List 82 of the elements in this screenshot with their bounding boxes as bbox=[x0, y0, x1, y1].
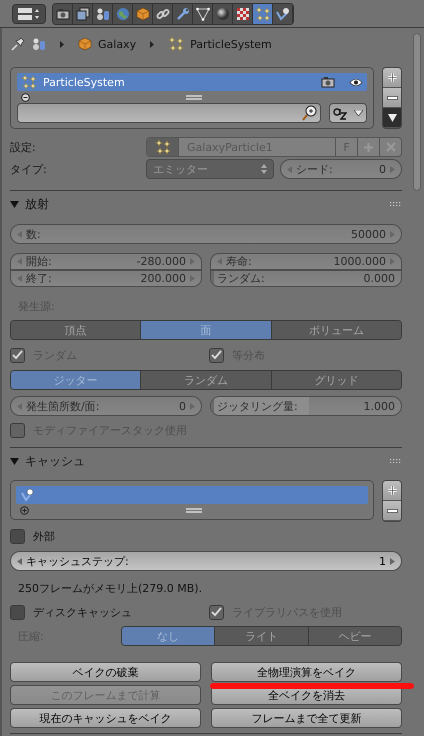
expanded-triangle-icon[interactable] bbox=[10, 456, 19, 466]
breadcrumb-arrow-icon bbox=[60, 40, 64, 48]
eye-icon[interactable] bbox=[349, 78, 363, 86]
pin-icon[interactable] bbox=[10, 36, 26, 52]
context-tab[interactable] bbox=[273, 4, 293, 24]
checkbox-label: 外部 bbox=[33, 528, 55, 544]
list-item[interactable]: ParticleSystem bbox=[17, 73, 367, 91]
triangle-icon bbox=[196, 6, 210, 20]
grip-icon[interactable] bbox=[390, 202, 402, 206]
add-button[interactable] bbox=[383, 481, 401, 501]
up-down-arrows-icon bbox=[261, 163, 267, 175]
checkbox[interactable] bbox=[10, 604, 25, 620]
number-field[interactable]: キャッシュステップ: 1 bbox=[10, 551, 402, 571]
dropdown-icon bbox=[388, 114, 396, 122]
remove-icon bbox=[386, 508, 398, 512]
checkmark-icon bbox=[12, 350, 23, 360]
resize-handle-icon[interactable] bbox=[186, 94, 202, 100]
add-icon bbox=[386, 72, 398, 83]
link-icon bbox=[156, 6, 170, 20]
context-tab[interactable] bbox=[73, 4, 93, 24]
checkmark-icon bbox=[211, 350, 222, 360]
ball-icon bbox=[276, 6, 290, 20]
option-tab[interactable]: ヘビー bbox=[308, 627, 401, 645]
option-tab[interactable]: なし bbox=[122, 627, 216, 645]
remove-button[interactable] bbox=[383, 501, 401, 521]
context-tab[interactable] bbox=[173, 4, 193, 24]
grip-icon[interactable] bbox=[390, 459, 402, 463]
increment-arrow-icon[interactable] bbox=[390, 558, 395, 564]
remove-icon bbox=[386, 96, 398, 100]
sphere-icon bbox=[216, 6, 230, 20]
context-tab[interactable] bbox=[233, 4, 253, 24]
context-tab[interactable] bbox=[53, 4, 73, 24]
sparkle-icon bbox=[254, 6, 270, 22]
globe-icon bbox=[116, 6, 130, 20]
context-tab[interactable] bbox=[213, 4, 233, 24]
sparkle-icon bbox=[21, 74, 37, 90]
photos-icon bbox=[76, 6, 90, 20]
wrench-icon bbox=[176, 6, 190, 20]
editor-type-button[interactable] bbox=[12, 4, 46, 24]
editor-type-icon bbox=[17, 6, 41, 20]
sort-alphabetical-icon bbox=[333, 106, 348, 120]
context-tab[interactable] bbox=[193, 4, 213, 24]
cube-icon bbox=[78, 37, 92, 51]
shapes-icon bbox=[96, 6, 110, 20]
plus-circle-icon[interactable] bbox=[20, 506, 29, 514]
specials-menu-button[interactable] bbox=[383, 108, 401, 128]
add-button[interactable] bbox=[383, 68, 401, 88]
filter-field[interactable] bbox=[17, 103, 321, 123]
context-tab[interactable] bbox=[253, 4, 273, 24]
cache-info-text: 250フレームがメモリ上(279.0 MB). bbox=[17, 580, 202, 596]
add-icon bbox=[386, 485, 398, 496]
bake-button[interactable]: フレームまで全て更新 bbox=[211, 708, 402, 728]
remove-button[interactable] bbox=[383, 88, 401, 108]
option-tab[interactable]: ライト bbox=[215, 627, 309, 645]
bake-button[interactable]: 全物理演算をベイク bbox=[211, 662, 402, 682]
field-label: タイプ: bbox=[10, 162, 48, 176]
checkbox-label: ディスクキャッシュ bbox=[33, 604, 132, 620]
bake-button[interactable]: 現在のキャッシュをベイク bbox=[10, 708, 201, 728]
cache-icon bbox=[20, 487, 36, 503]
dropdown-icon bbox=[354, 110, 363, 116]
shapes-icon bbox=[32, 37, 46, 51]
bake-button[interactable]: ベイクの破棄 bbox=[10, 662, 201, 682]
camera-icon bbox=[321, 76, 335, 88]
breadcrumb-label[interactable]: Galaxy bbox=[98, 38, 136, 50]
sparkle-icon bbox=[168, 36, 184, 52]
sort-control[interactable] bbox=[329, 103, 367, 123]
minus-circle-icon[interactable] bbox=[21, 92, 30, 102]
panel-title[interactable]: キャッシュ bbox=[25, 452, 384, 470]
checkmark-icon bbox=[211, 607, 222, 617]
context-tab[interactable] bbox=[93, 4, 113, 24]
cube-icon bbox=[136, 6, 150, 20]
sparkle-icon bbox=[154, 139, 170, 155]
context-tab[interactable] bbox=[153, 4, 173, 24]
decrement-arrow-icon[interactable] bbox=[17, 558, 22, 564]
breadcrumb-label[interactable]: ParticleSystem bbox=[190, 38, 272, 50]
checkbox[interactable] bbox=[10, 528, 25, 544]
resize-handle-icon[interactable] bbox=[186, 508, 202, 512]
breadcrumb-arrow-icon bbox=[150, 40, 154, 48]
checker-icon bbox=[236, 6, 250, 20]
camera-icon bbox=[56, 8, 70, 20]
field-label: 設定: bbox=[10, 140, 37, 154]
scrollbar-thumb[interactable] bbox=[413, 33, 421, 191]
